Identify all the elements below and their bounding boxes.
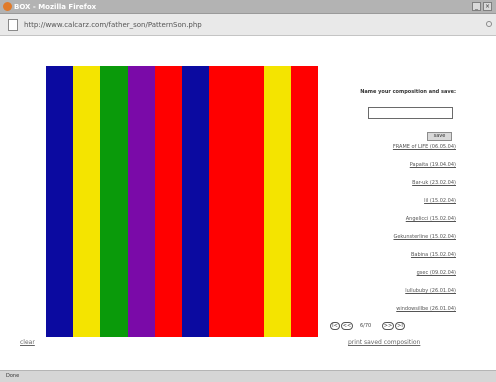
firefox-icon [3, 2, 12, 11]
stripe-7[interactable] [209, 66, 264, 337]
stripe-6[interactable] [182, 66, 210, 337]
pager: I< << 6/70 >> >I [330, 322, 430, 332]
saved-composition-link[interactable]: Babina (15.02.04) [360, 252, 456, 270]
stripe-2[interactable] [73, 66, 101, 337]
next-page-button[interactable]: >> [382, 322, 394, 330]
saved-composition-link[interactable]: Angelicci (15.02.04) [360, 216, 456, 234]
prev-page-button[interactable]: << [341, 322, 353, 330]
first-page-button[interactable]: I< [330, 322, 340, 330]
window-titlebar: BOX - Mozilla Firefox _ × [0, 0, 496, 14]
stripe-4[interactable] [127, 66, 155, 337]
composition-canvas[interactable] [46, 66, 319, 337]
loading-icon [486, 21, 492, 27]
print-composition-link[interactable]: print saved composition [348, 339, 420, 346]
page-icon [8, 19, 18, 31]
page-count: 6/70 [360, 323, 372, 329]
saved-composition-link[interactable]: Papaita (19.04.04) [360, 162, 456, 180]
saved-composition-link[interactable]: FRAME of LIFE (06.05.04) [360, 144, 456, 162]
saved-composition-link[interactable]: lullububy (26.01.04) [360, 288, 456, 306]
saved-composition-link[interactable]: Bar-uk (23.02.04) [360, 180, 456, 198]
saved-composition-link[interactable]: lil (15.02.04) [360, 198, 456, 216]
clear-link[interactable]: clear [20, 339, 35, 346]
url-field[interactable]: http://www.calcarz.com/father_son/Patter… [24, 19, 474, 32]
stripe-5[interactable] [154, 66, 183, 337]
page-content: Name your composition and save: save FRA… [0, 36, 496, 370]
stripe-1[interactable] [46, 66, 74, 337]
stripe-8[interactable] [263, 66, 291, 337]
last-page-button[interactable]: >I [395, 322, 405, 330]
saved-compositions-list: FRAME of LIFE (06.05.04) Papaita (19.04.0… [360, 144, 456, 324]
composition-name-label: Name your composition and save: [360, 89, 456, 95]
window-title: BOX - Mozilla Firefox [14, 3, 97, 11]
composition-name-input[interactable] [368, 107, 453, 119]
address-bar: http://www.calcarz.com/father_son/Patter… [0, 14, 496, 36]
saved-composition-link[interactable]: Gekunsterline (15.02.04) [360, 234, 456, 252]
stripe-3[interactable] [100, 66, 128, 337]
close-button[interactable]: × [483, 2, 492, 11]
minimize-button[interactable]: _ [472, 2, 481, 11]
saved-composition-link[interactable]: gsec (09.02.04) [360, 270, 456, 288]
save-button[interactable]: save [427, 132, 452, 141]
status-bar: Done [0, 370, 496, 382]
stripe-9[interactable] [290, 66, 319, 337]
status-text: Done [6, 373, 20, 379]
save-panel: Name your composition and save: save FRA… [360, 36, 456, 370]
